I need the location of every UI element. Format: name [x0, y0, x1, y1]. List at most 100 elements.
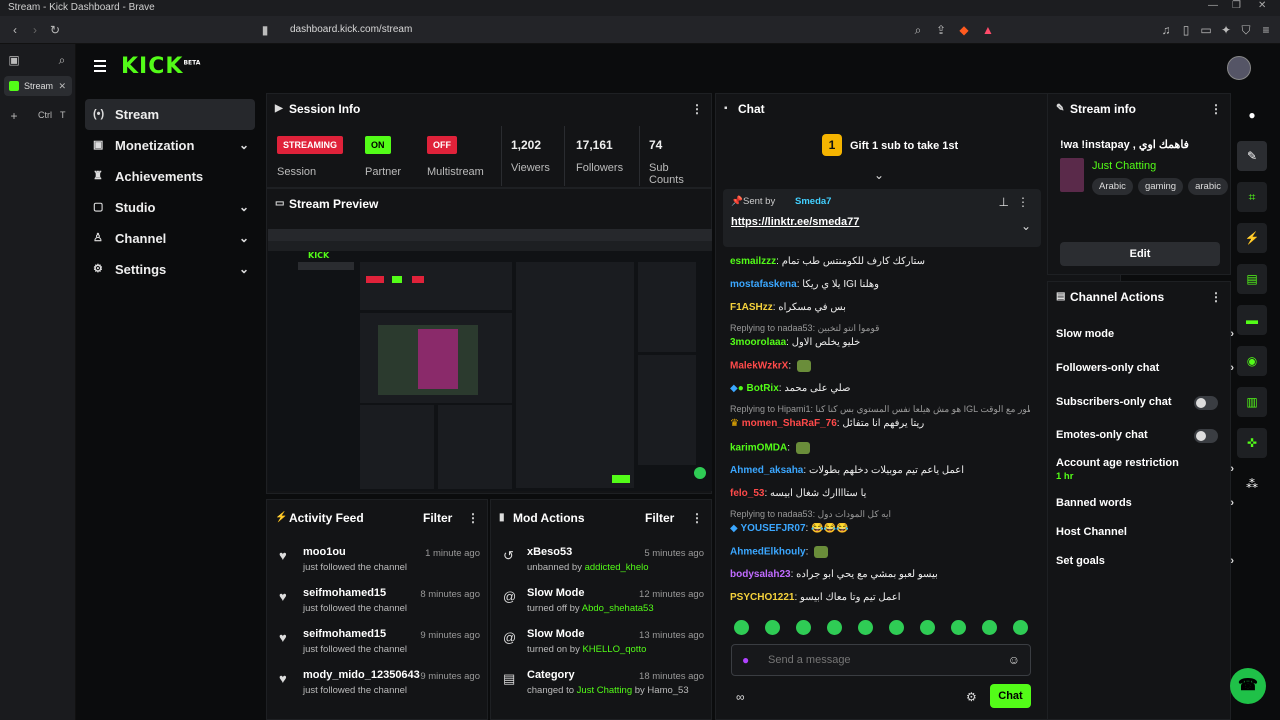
- broadcast-icon[interactable]: ◉: [1237, 346, 1267, 376]
- svg-text:KICK: KICK: [308, 251, 330, 260]
- kick-dashboard: KICKBETA (•) Stream ▣ Monetization ⌄ ♜ Achie…: [77, 44, 1280, 720]
- chevron-down-icon[interactable]: ⌄: [874, 168, 884, 182]
- filter-button[interactable]: Filter: [645, 500, 674, 536]
- chevron-down-icon: ⌄: [238, 231, 249, 245]
- document-icon[interactable]: ▤: [1237, 264, 1267, 294]
- emoji-icon[interactable]: ☺: [1008, 653, 1020, 667]
- account-age-action[interactable]: Account age restriction › 1 hr: [1056, 457, 1234, 482]
- snail-icon: @: [503, 630, 517, 645]
- brave-rewards-icon[interactable]: ▲: [980, 22, 996, 38]
- share-nodes-icon[interactable]: ⁂: [1237, 469, 1267, 499]
- leo-icon[interactable]: ✦: [1218, 22, 1234, 38]
- reply-context: Replying to Hipami1: هو مش هيلعا نفس الم…: [730, 404, 1030, 414]
- vpn-icon[interactable]: ⛉: [1238, 22, 1254, 38]
- banned-words-action[interactable]: Banned words ›: [1056, 497, 1234, 509]
- category-link[interactable]: Just Chatting: [1092, 160, 1156, 172]
- stream-preview-video[interactable]: KICK: [268, 229, 712, 491]
- chat-bubble-icon[interactable]: ▬: [1237, 305, 1267, 335]
- microphone-icon[interactable]: ●: [742, 653, 749, 667]
- set-goals-action[interactable]: Set goals ›: [1056, 555, 1234, 567]
- mod-actions-panel: ▮ Mod Actions Filter ⋮ ↺ xBeso53 unbanned by …: [490, 499, 712, 720]
- reload-icon[interactable]: ↻: [47, 22, 63, 38]
- sidebar-item-settings[interactable]: ⚙ Settings ⌄: [85, 254, 255, 285]
- heart-icon: ♥: [279, 548, 287, 563]
- slow-mode-action[interactable]: Slow mode ›: [1056, 328, 1234, 340]
- list-item: ♥ mody_mido_12350643 just followed the cha…: [279, 669, 480, 696]
- sidebar-item-studio[interactable]: ▢ Studio ⌄: [85, 192, 255, 223]
- media-icon[interactable]: ♫: [1158, 22, 1174, 38]
- avatar[interactable]: [1227, 56, 1251, 80]
- more-options-icon[interactable]: ⋮: [1210, 94, 1222, 124]
- pinned-user[interactable]: Smeda7: [795, 196, 831, 207]
- info-icon: ▶: [275, 103, 283, 114]
- chevron-down-icon: ⌄: [238, 262, 249, 276]
- vertical-tab-strip: ▣ ⌕ Stream ✕ + Ctrl T: [0, 44, 76, 720]
- menu-icon[interactable]: ≡: [1258, 22, 1274, 38]
- sidebar-item-achievements[interactable]: ♜ Achievements: [85, 161, 255, 192]
- filter-button[interactable]: Filter: [423, 500, 452, 536]
- lightning-icon[interactable]: ⚡: [1237, 223, 1267, 253]
- host-channel-action[interactable]: Host Channel: [1056, 526, 1226, 538]
- close-tab-icon[interactable]: ✕: [58, 76, 66, 96]
- pinned-message: 📌 Sent by Smeda7 https://linktr.ee/smeda…: [723, 189, 1041, 247]
- more-options-icon[interactable]: ⋮: [691, 500, 703, 536]
- more-options-icon[interactable]: ⋮: [1017, 195, 1029, 209]
- more-options-icon[interactable]: ⋮: [1210, 282, 1222, 312]
- new-tab-icon[interactable]: +: [6, 108, 22, 124]
- send-chat-button[interactable]: Chat: [990, 684, 1031, 708]
- wallet-icon[interactable]: ▭: [1198, 22, 1214, 38]
- clip-icon[interactable]: ⌗: [1237, 182, 1267, 212]
- pin-icon: 📌: [731, 196, 743, 207]
- edit-icon[interactable]: ✎: [1237, 141, 1267, 171]
- chat-message: AhmedElkhouly:: [730, 546, 1030, 558]
- address-bar[interactable]: dashboard.kick.com/stream: [278, 21, 998, 39]
- chevron-down-icon: ⌄: [238, 138, 249, 152]
- tab-panel-icon[interactable]: ▣: [6, 52, 22, 68]
- emote-quick-bar[interactable]: [734, 620, 1054, 636]
- chat-message: ♛ momen_ShaRaF_76: ريتا يرفهم انا متفائل: [730, 418, 925, 429]
- expand-icon[interactable]: ⌄: [1021, 219, 1031, 233]
- zoom-icon[interactable]: ⌕: [910, 22, 926, 38]
- wrench-icon[interactable]: ✜: [1237, 428, 1267, 458]
- chat-input-box[interactable]: ● ☺: [731, 644, 1031, 676]
- emote-icon: [795, 442, 810, 454]
- unpin-icon[interactable]: ⊥: [999, 195, 1009, 209]
- kick-logo[interactable]: KICKBETA: [121, 54, 200, 79]
- subscribers-only-toggle[interactable]: [1194, 396, 1218, 410]
- sidebar-item-stream[interactable]: (•) Stream: [85, 99, 255, 130]
- sidebar-item-channel[interactable]: ♙ Channel ⌄: [85, 223, 255, 254]
- chat-settings-icon[interactable]: ⚙: [966, 690, 977, 704]
- channel-points-icon[interactable]: ∞: [736, 690, 745, 704]
- back-icon[interactable]: ‹: [7, 22, 23, 38]
- support-chat-button[interactable]: ☎: [1230, 668, 1266, 704]
- activity-feed-panel: ⚡ Activity Feed Filter ⋮ ♥ moo1ou just follow…: [266, 499, 488, 720]
- chat-input[interactable]: [768, 649, 998, 671]
- chevron-right-icon: ›: [1230, 463, 1234, 475]
- list-item: ▤ Category changed to Just Chatting by Ham…: [503, 669, 704, 696]
- edit-button[interactable]: Edit: [1060, 242, 1220, 266]
- info-icon[interactable]: ●: [1237, 100, 1267, 130]
- minimize-icon[interactable]: —: [1208, 0, 1218, 11]
- maximize-icon[interactable]: ❐: [1232, 0, 1241, 11]
- gift-leaderboard-text[interactable]: Gift 1 sub to take 1st: [850, 140, 958, 152]
- layout-icon[interactable]: ▥: [1237, 387, 1267, 417]
- share-icon[interactable]: ⇪: [933, 22, 949, 38]
- bookmark-icon[interactable]: ▮: [257, 22, 273, 38]
- broadcast-icon: (•): [93, 108, 105, 120]
- tab-search-icon[interactable]: ⌕: [54, 52, 70, 68]
- tab-stream[interactable]: Stream ✕: [4, 76, 72, 96]
- sidebar-toggle-icon[interactable]: ▯: [1178, 22, 1194, 38]
- more-options-icon[interactable]: ⋮: [467, 500, 479, 536]
- pinned-link[interactable]: https://linktr.ee/smeda77: [731, 216, 859, 228]
- forward-icon[interactable]: ›: [27, 22, 43, 38]
- sidebar-item-monetization[interactable]: ▣ Monetization ⌄: [85, 130, 255, 161]
- emotes-only-toggle[interactable]: [1194, 429, 1218, 443]
- verified-icon: ◆: [730, 383, 738, 394]
- followers-only-action[interactable]: Followers-only chat ›: [1056, 362, 1234, 374]
- more-options-icon[interactable]: ⋮: [691, 94, 703, 124]
- chat-message: ◆● BotRix: صلي على محمد: [730, 383, 851, 394]
- brave-shields-icon[interactable]: ◆: [956, 22, 972, 38]
- hamburger-menu-icon[interactable]: [94, 60, 106, 72]
- tag: arabic: [1188, 178, 1228, 195]
- close-window-icon[interactable]: ✕: [1258, 0, 1266, 11]
